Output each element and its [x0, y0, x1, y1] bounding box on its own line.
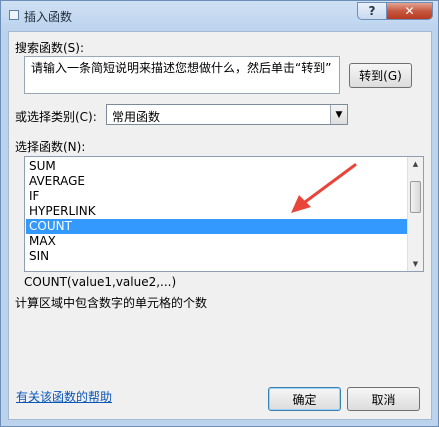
function-list-label: 选择函数(N): — [15, 140, 86, 154]
category-selected-value: 常用函数 — [112, 110, 161, 124]
list-item-selected[interactable]: COUNT — [26, 219, 407, 234]
list-scrollbar[interactable]: ▲ ▼ — [407, 157, 423, 271]
cancel-button-label: 取消 — [371, 392, 396, 407]
goto-button-label: 转到(G) — [359, 69, 402, 83]
function-list[interactable]: SUM AVERAGE IF HYPERLINK COUNT MAX SIN ▲… — [24, 156, 424, 272]
annotation-arrow-icon — [291, 163, 357, 213]
list-item[interactable]: MAX — [26, 234, 407, 249]
category-label: 或选择类别(C): — [15, 110, 97, 124]
cancel-button[interactable]: 取消 — [347, 387, 420, 411]
list-item[interactable]: SIN — [26, 249, 407, 264]
title-bar: 插入函数 ? ✕ — [1, 1, 438, 31]
window-icon — [9, 10, 19, 20]
function-signature: COUNT(value1,value2,...) — [24, 275, 177, 289]
scroll-down-arrow-icon[interactable]: ▼ — [410, 259, 421, 269]
dialog-body: 搜索函数(S): 请输入一条简短说明来描述您想做什么，然后单击“转到” 转到(G… — [8, 31, 432, 420]
search-label: 搜索函数(S): — [15, 41, 85, 55]
scroll-up-arrow-icon[interactable]: ▲ — [410, 159, 421, 169]
function-help-link[interactable]: 有关该函数的帮助 — [16, 388, 112, 405]
window-title: 插入函数 — [24, 10, 73, 24]
close-button[interactable]: ✕ — [386, 2, 433, 20]
help-icon: ? — [368, 4, 376, 18]
insert-function-dialog: 插入函数 ? ✕ 搜索函数(S): 请输入一条简短说明来描述您想做什么，然后单击… — [0, 0, 439, 427]
search-input[interactable]: 请输入一条简短说明来描述您想做什么，然后单击“转到” — [24, 56, 340, 94]
ok-button-label: 确定 — [292, 392, 317, 407]
scroll-thumb[interactable] — [410, 181, 421, 213]
category-select[interactable]: 常用函数 ▼ — [106, 104, 348, 125]
dropdown-arrow-icon[interactable]: ▼ — [330, 105, 347, 124]
close-icon: ✕ — [404, 4, 415, 18]
ok-button[interactable]: 确定 — [268, 387, 341, 411]
help-button[interactable]: ? — [357, 2, 387, 20]
function-description: 计算区域中包含数字的单元格的个数 — [15, 296, 208, 310]
goto-button[interactable]: 转到(G) — [349, 63, 412, 88]
